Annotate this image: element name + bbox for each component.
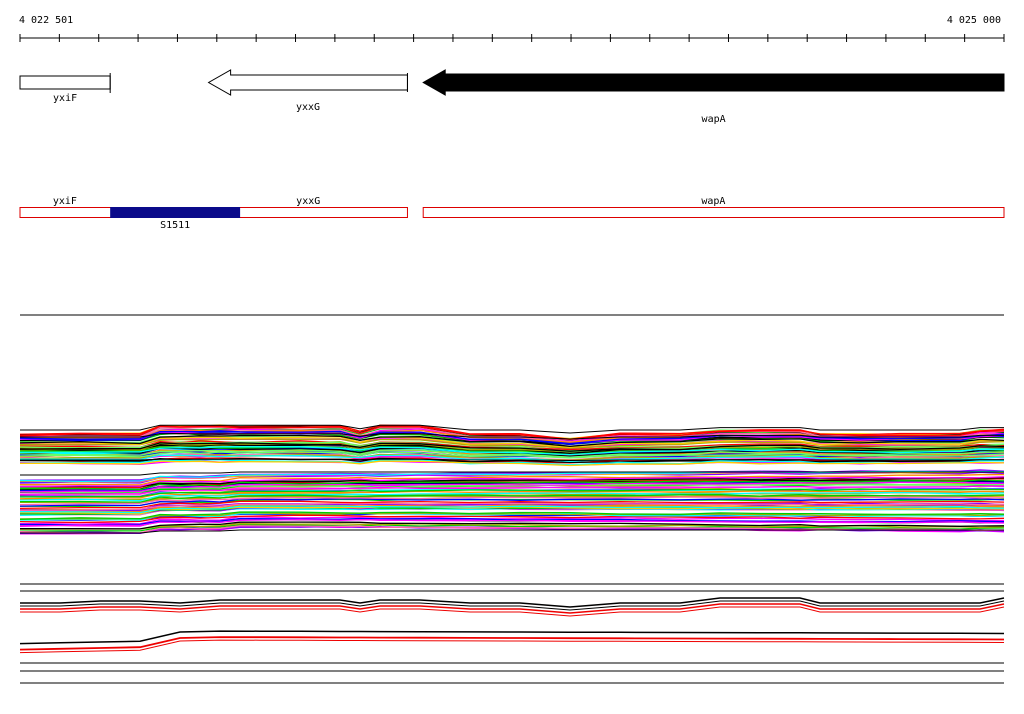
genome-browser-view: 4 022 501 4 025 000 yxiF yxxG wapA yxiF yxxG… bbox=[0, 0, 1024, 714]
segment-track: yxiF yxxG wapA S1511 bbox=[19, 196, 1005, 231]
summary-profile-track bbox=[19, 583, 1005, 684]
summary-lower-line bbox=[19, 639, 1005, 654]
gene-label: yxxG bbox=[296, 102, 320, 113]
segment-highlight-label: S1511 bbox=[160, 220, 190, 231]
gene-label: wapA bbox=[702, 114, 726, 125]
segment-highlight-bar bbox=[110, 207, 241, 218]
expression-profile-track bbox=[19, 424, 1005, 535]
browser-canvas: 4 022 501 4 025 000 yxiF yxxG wapA yxiF yxxG… bbox=[19, 15, 1005, 684]
profile-envelope bbox=[20, 529, 1004, 534]
gene-arrow-wapA bbox=[422, 69, 1005, 96]
segment-label: yxiF bbox=[53, 196, 77, 207]
gene-arrow-yxxG bbox=[207, 69, 408, 96]
gene-box-yxiF bbox=[19, 75, 111, 90]
gene-label: yxiF bbox=[53, 93, 77, 104]
ruler-end-label: 4 025 000 bbox=[947, 15, 1001, 26]
gene-track: yxiF yxxG wapA bbox=[19, 69, 1005, 125]
segment-box bbox=[422, 207, 1005, 218]
ruler-start-label: 4 022 501 bbox=[19, 15, 73, 26]
segment-label: wapA bbox=[701, 196, 725, 207]
coordinate-ruler: 4 022 501 4 025 000 bbox=[19, 15, 1005, 42]
segment-label: yxxG bbox=[296, 196, 320, 207]
